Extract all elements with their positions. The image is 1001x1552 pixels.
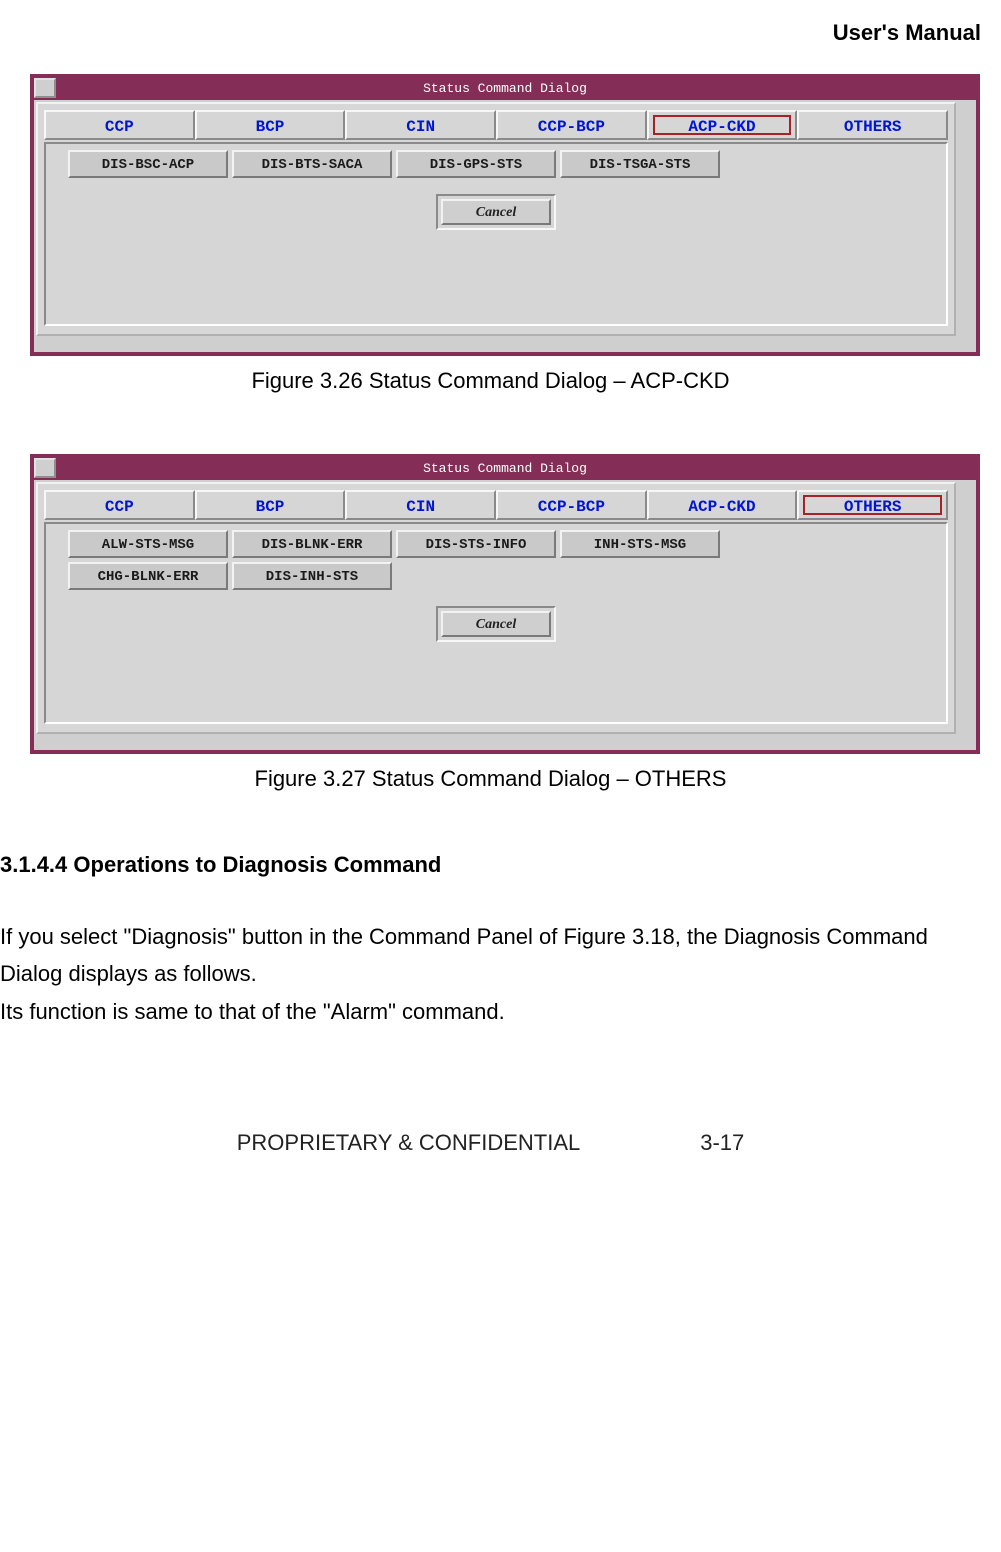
tab-others[interactable]: OTHERS — [797, 110, 948, 140]
tab-others[interactable]: OTHERS — [797, 490, 948, 520]
cancel-button[interactable]: Cancel — [441, 199, 551, 225]
cmd-chg-blnk-err[interactable]: CHG-BLNK-ERR — [68, 562, 228, 590]
tabs-row: CCP BCP CIN CCP-BCP ACP-CKD OTHERS — [44, 110, 948, 140]
window-menu-icon[interactable] — [34, 458, 56, 478]
tab-cin[interactable]: CIN — [345, 110, 496, 140]
cmd-dis-blnk-err[interactable]: DIS-BLNK-ERR — [232, 530, 392, 558]
cmd-dis-bts-saca[interactable]: DIS-BTS-SACA — [232, 150, 392, 178]
cmd-inh-sts-msg[interactable]: INH-STS-MSG — [560, 530, 720, 558]
tab-ccp[interactable]: CCP — [44, 110, 195, 140]
dialog-title: Status Command Dialog — [423, 461, 587, 476]
tab-ccp-bcp[interactable]: CCP-BCP — [496, 490, 647, 520]
tab-ccp[interactable]: CCP — [44, 490, 195, 520]
cancel-button[interactable]: Cancel — [441, 611, 551, 637]
cmd-dis-gps-sts[interactable]: DIS-GPS-STS — [396, 150, 556, 178]
page-header: User's Manual — [0, 20, 981, 74]
status-command-dialog-2: Status Command Dialog CCP BCP CIN CCP-BC… — [30, 454, 980, 754]
cmd-dis-sts-info[interactable]: DIS-STS-INFO — [396, 530, 556, 558]
tab-acp-ckd[interactable]: ACP-CKD — [647, 490, 798, 520]
tab-bcp[interactable]: BCP — [195, 110, 346, 140]
cmd-dis-bsc-acp[interactable]: DIS-BSC-ACP — [68, 150, 228, 178]
tabs-row: CCP BCP CIN CCP-BCP ACP-CKD OTHERS — [44, 490, 948, 520]
tab-bcp[interactable]: BCP — [195, 490, 346, 520]
content-area: DIS-BSC-ACP DIS-BTS-SACA DIS-GPS-STS DIS… — [44, 142, 948, 326]
tab-cin[interactable]: CIN — [345, 490, 496, 520]
content-area: ALW-STS-MSG DIS-BLNK-ERR DIS-STS-INFO IN… — [44, 522, 948, 724]
para1: If you select "Diagnosis" button in the … — [0, 924, 928, 986]
window-menu-icon[interactable] — [34, 78, 56, 98]
footer-right: 3-17 — [700, 1130, 744, 1156]
cmd-alw-sts-msg[interactable]: ALW-STS-MSG — [68, 530, 228, 558]
dialog-title-bar: Status Command Dialog — [34, 78, 976, 100]
section-heading: 3.1.4.4 Operations to Diagnosis Command — [0, 852, 981, 878]
dialog-title-bar: Status Command Dialog — [34, 458, 976, 480]
dialog-title: Status Command Dialog — [423, 81, 587, 96]
figure-caption-2: Figure 3.27 Status Command Dialog – OTHE… — [0, 766, 981, 792]
tab-acp-ckd[interactable]: ACP-CKD — [647, 110, 798, 140]
cmd-dis-inh-sts[interactable]: DIS-INH-STS — [232, 562, 392, 590]
para2: Its function is same to that of the "Ala… — [0, 999, 505, 1024]
tab-ccp-bcp[interactable]: CCP-BCP — [496, 110, 647, 140]
footer-left: PROPRIETARY & CONFIDENTIAL — [237, 1130, 581, 1156]
body-text: If you select "Diagnosis" button in the … — [0, 918, 981, 1030]
cmd-dis-tsga-sts[interactable]: DIS-TSGA-STS — [560, 150, 720, 178]
footer: PROPRIETARY & CONFIDENTIAL 3-17 — [0, 1070, 981, 1156]
status-command-dialog-1: Status Command Dialog CCP BCP CIN CCP-BC… — [30, 74, 980, 356]
figure-caption-1: Figure 3.26 Status Command Dialog – ACP-… — [0, 368, 981, 394]
